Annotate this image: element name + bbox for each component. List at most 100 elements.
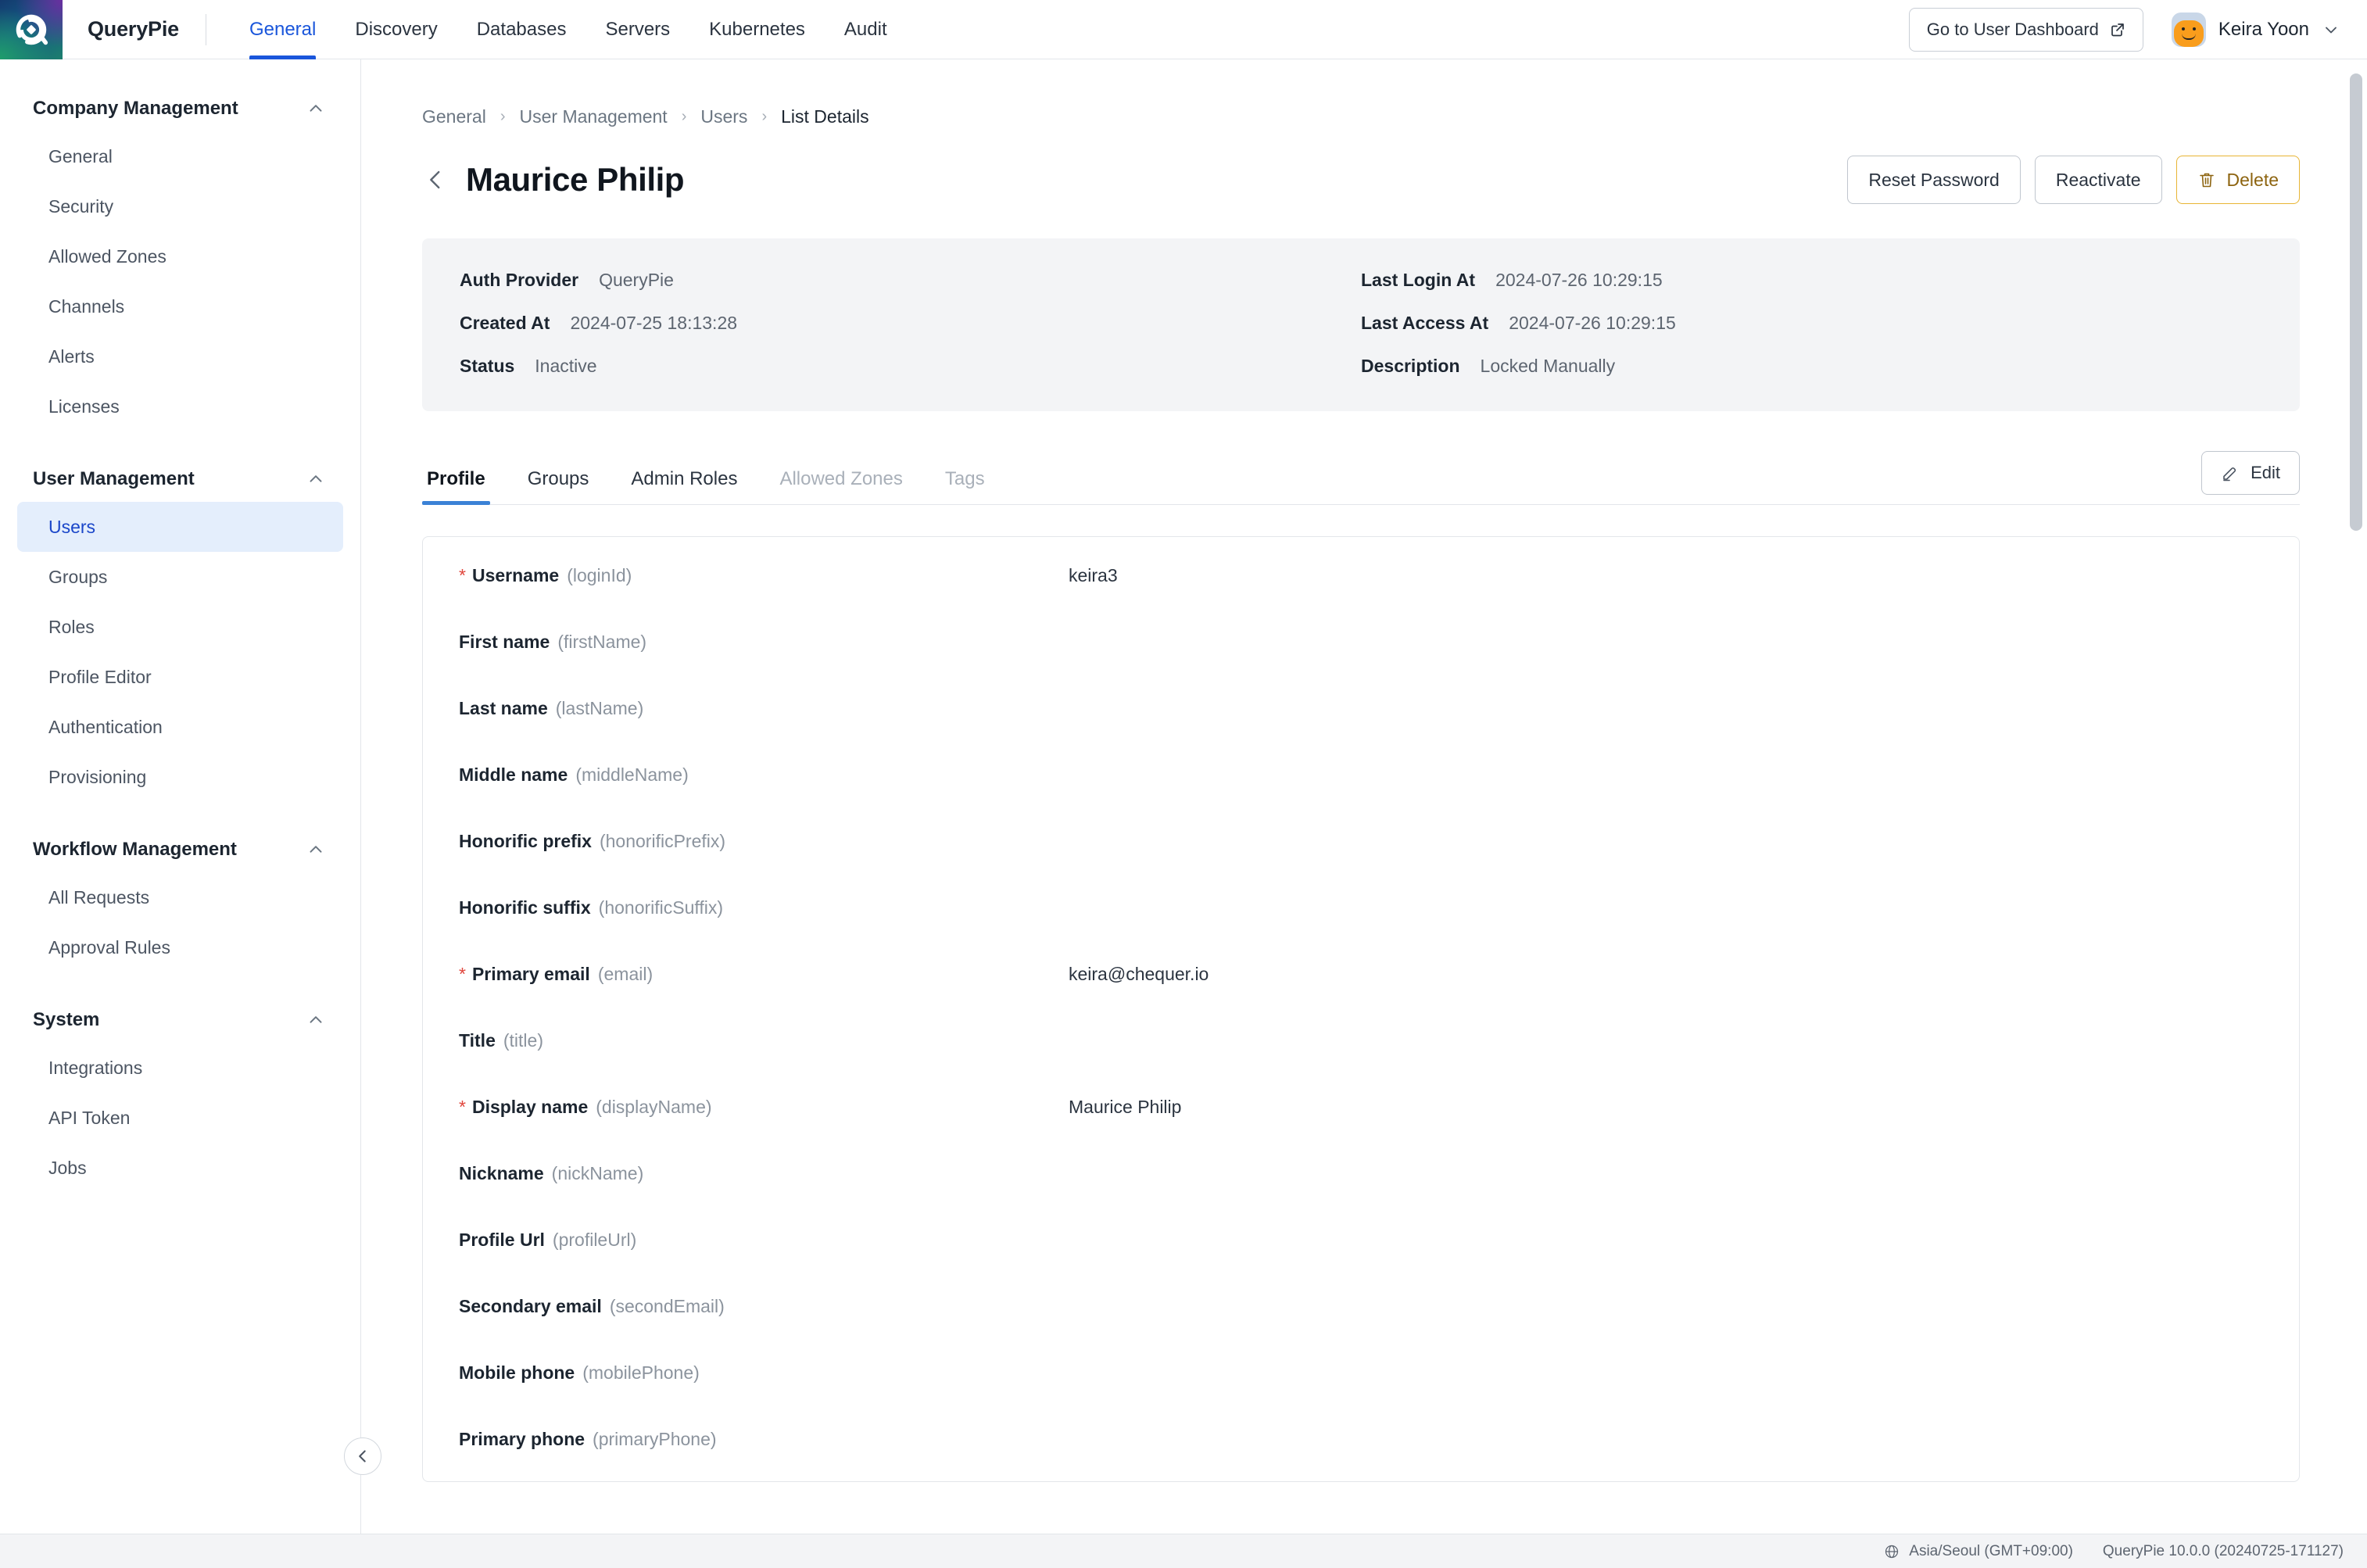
page-header: Maurice Philip Reset Password Reactivate… — [361, 127, 2367, 204]
field-row-last-name: Last name (lastName) — [423, 698, 2299, 764]
field-label: Display name — [472, 1097, 588, 1118]
sidebar-item-api-token[interactable]: API Token — [17, 1093, 343, 1143]
field-label: Middle name — [459, 764, 568, 786]
field-label-wrap: Honorific suffix (honorificSuffix) — [459, 897, 1069, 918]
sidebar-item-profile-editor[interactable]: Profile Editor — [17, 652, 343, 702]
breadcrumb-separator-icon: › — [682, 108, 687, 126]
sidebar-collapse-button[interactable] — [344, 1437, 381, 1475]
tab-admin-roles[interactable]: Admin Roles — [626, 468, 742, 504]
info-label: Auth Provider — [460, 270, 578, 291]
sidebar-group-system[interactable]: System — [0, 997, 360, 1043]
reactivate-button[interactable]: Reactivate — [2035, 156, 2162, 204]
sidebar-item-alerts[interactable]: Alerts — [17, 331, 343, 381]
page-scrollbar-thumb[interactable] — [2350, 73, 2362, 531]
sidebar-item-users[interactable]: Users — [17, 502, 343, 552]
chevron-down-icon — [2322, 20, 2340, 39]
nav-tab-discovery[interactable]: Discovery — [335, 0, 457, 59]
tab-profile[interactable]: Profile — [422, 468, 490, 504]
field-value: Maurice Philip — [1069, 1097, 1181, 1118]
tab-groups[interactable]: Groups — [523, 468, 594, 504]
sidebar-item-all-requests[interactable]: All Requests — [17, 872, 343, 922]
user-info-panel: Auth Provider QueryPie Created At 2024-0… — [422, 238, 2300, 411]
sidebar-item-authentication[interactable]: Authentication — [17, 702, 343, 752]
go-to-user-dashboard-button[interactable]: Go to User Dashboard — [1909, 8, 2143, 52]
app-logo[interactable] — [0, 0, 63, 59]
version-indicator: QueryPie 10.0.0 (20240725-171127) — [2103, 1543, 2344, 1560]
nav-tab-kubernetes[interactable]: Kubernetes — [689, 0, 825, 59]
user-menu[interactable]: Keira Yoon — [2172, 13, 2340, 47]
sidebar-item-roles[interactable]: Roles — [17, 602, 343, 652]
info-value: 2024-07-26 10:29:15 — [1509, 313, 1676, 334]
reset-password-button[interactable]: Reset Password — [1847, 156, 2020, 204]
timezone-indicator: Asia/Seoul (GMT+09:00) — [1884, 1543, 2073, 1560]
field-row-mobile-phone: Mobile phone (mobilePhone) — [423, 1362, 2299, 1429]
sidebar-item-security[interactable]: Security — [17, 181, 343, 231]
top-nav: General Discovery Databases Servers Kube… — [230, 0, 907, 59]
breadcrumb-item-user-management[interactable]: User Management — [520, 106, 668, 127]
edit-button[interactable]: Edit — [2201, 451, 2300, 495]
field-value: keira@chequer.io — [1069, 964, 1209, 985]
breadcrumb-item-general[interactable]: General — [422, 106, 486, 127]
back-button[interactable] — [422, 166, 449, 193]
field-label-wrap: Secondary email (secondEmail) — [459, 1296, 1069, 1317]
version-label: QueryPie 10.0.0 (20240725-171127) — [2103, 1543, 2344, 1560]
delete-button-label: Delete — [2227, 170, 2279, 191]
field-label-wrap: * Display name (displayName) — [459, 1097, 1069, 1118]
field-label: Profile Url — [459, 1230, 545, 1251]
field-key: (honorificPrefix) — [600, 831, 725, 852]
field-key: (nickName) — [552, 1163, 644, 1184]
top-bar: QueryPie General Discovery Databases Ser… — [0, 0, 2367, 59]
sidebar-item-provisioning[interactable]: Provisioning — [17, 752, 343, 802]
nav-tab-general[interactable]: General — [230, 0, 335, 59]
sidebar-group-company-management[interactable]: Company Management — [0, 86, 360, 131]
status-badge: Inactive — [535, 356, 596, 377]
sidebar-item-channels[interactable]: Channels — [17, 281, 343, 331]
sidebar: Company Management General Security Allo… — [0, 59, 361, 1568]
sidebar-item-groups[interactable]: Groups — [17, 552, 343, 602]
field-key: (firstName) — [557, 632, 646, 653]
sidebar-item-jobs[interactable]: Jobs — [17, 1143, 343, 1193]
avatar — [2172, 13, 2206, 47]
field-key: (secondEmail) — [610, 1296, 725, 1317]
sidebar-item-approval-rules[interactable]: Approval Rules — [17, 922, 343, 972]
info-label: Last Access At — [1361, 313, 1488, 334]
breadcrumb-item-users[interactable]: Users — [700, 106, 747, 127]
timezone-label: Asia/Seoul (GMT+09:00) — [1909, 1543, 2073, 1560]
field-value: keira3 — [1069, 565, 1118, 586]
field-label-wrap: First name (firstName) — [459, 632, 1069, 653]
sidebar-item-licenses[interactable]: Licenses — [17, 381, 343, 431]
nav-tab-servers[interactable]: Servers — [585, 0, 689, 59]
info-label: Created At — [460, 313, 550, 334]
sidebar-spacer — [0, 431, 360, 456]
field-key: (loginId) — [567, 565, 632, 586]
nav-tab-audit[interactable]: Audit — [825, 0, 907, 59]
user-name-label: Keira Yoon — [2218, 19, 2309, 41]
external-link-icon — [2110, 22, 2125, 38]
field-row-title: Title (title) — [423, 1030, 2299, 1097]
field-label-wrap: Last name (lastName) — [459, 698, 1069, 719]
go-to-user-dashboard-label: Go to User Dashboard — [1927, 20, 2099, 40]
nav-tab-databases[interactable]: Databases — [457, 0, 586, 59]
chevron-up-icon — [306, 839, 326, 860]
delete-button[interactable]: Delete — [2176, 156, 2300, 204]
field-row-first-name: First name (firstName) — [423, 632, 2299, 698]
field-row-display-name: * Display name (displayName) Maurice Phi… — [423, 1097, 2299, 1163]
page-scrollbar[interactable] — [2345, 59, 2367, 1534]
sidebar-spacer — [0, 802, 360, 827]
sidebar-item-integrations[interactable]: Integrations — [17, 1043, 343, 1093]
field-row-primary-phone: Primary phone (primaryPhone) — [423, 1429, 2299, 1482]
page-actions: Reset Password Reactivate Delete — [1847, 156, 2300, 204]
sidebar-group-workflow-management[interactable]: Workflow Management — [0, 827, 360, 872]
sidebar-item-general[interactable]: General — [17, 131, 343, 181]
field-label: Honorific suffix — [459, 897, 591, 918]
profile-field-list: * Username (loginId) keira3 First name (… — [422, 536, 2300, 1482]
user-info-left-column: Auth Provider QueryPie Created At 2024-0… — [460, 270, 1361, 377]
chevron-up-icon — [306, 469, 326, 489]
field-row-honorific-prefix: Honorific prefix (honorificPrefix) — [423, 831, 2299, 897]
field-row-profile-url: Profile Url (profileUrl) — [423, 1230, 2299, 1296]
info-row-status: Status Inactive — [460, 356, 1361, 377]
sidebar-item-allowed-zones[interactable]: Allowed Zones — [17, 231, 343, 281]
field-key: (mobilePhone) — [582, 1362, 700, 1384]
sidebar-group-user-management[interactable]: User Management — [0, 456, 360, 502]
info-label: Description — [1361, 356, 1460, 377]
